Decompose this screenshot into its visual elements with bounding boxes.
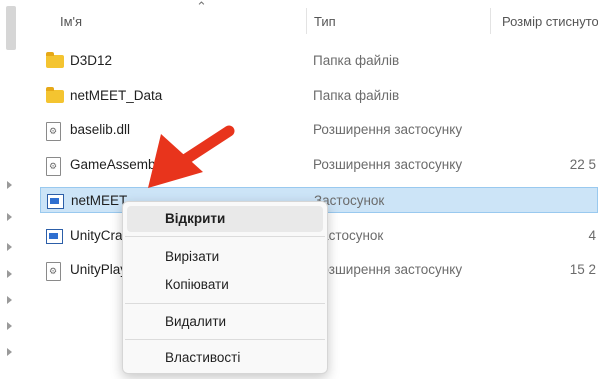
red-pointer-arrow-icon <box>148 125 235 188</box>
